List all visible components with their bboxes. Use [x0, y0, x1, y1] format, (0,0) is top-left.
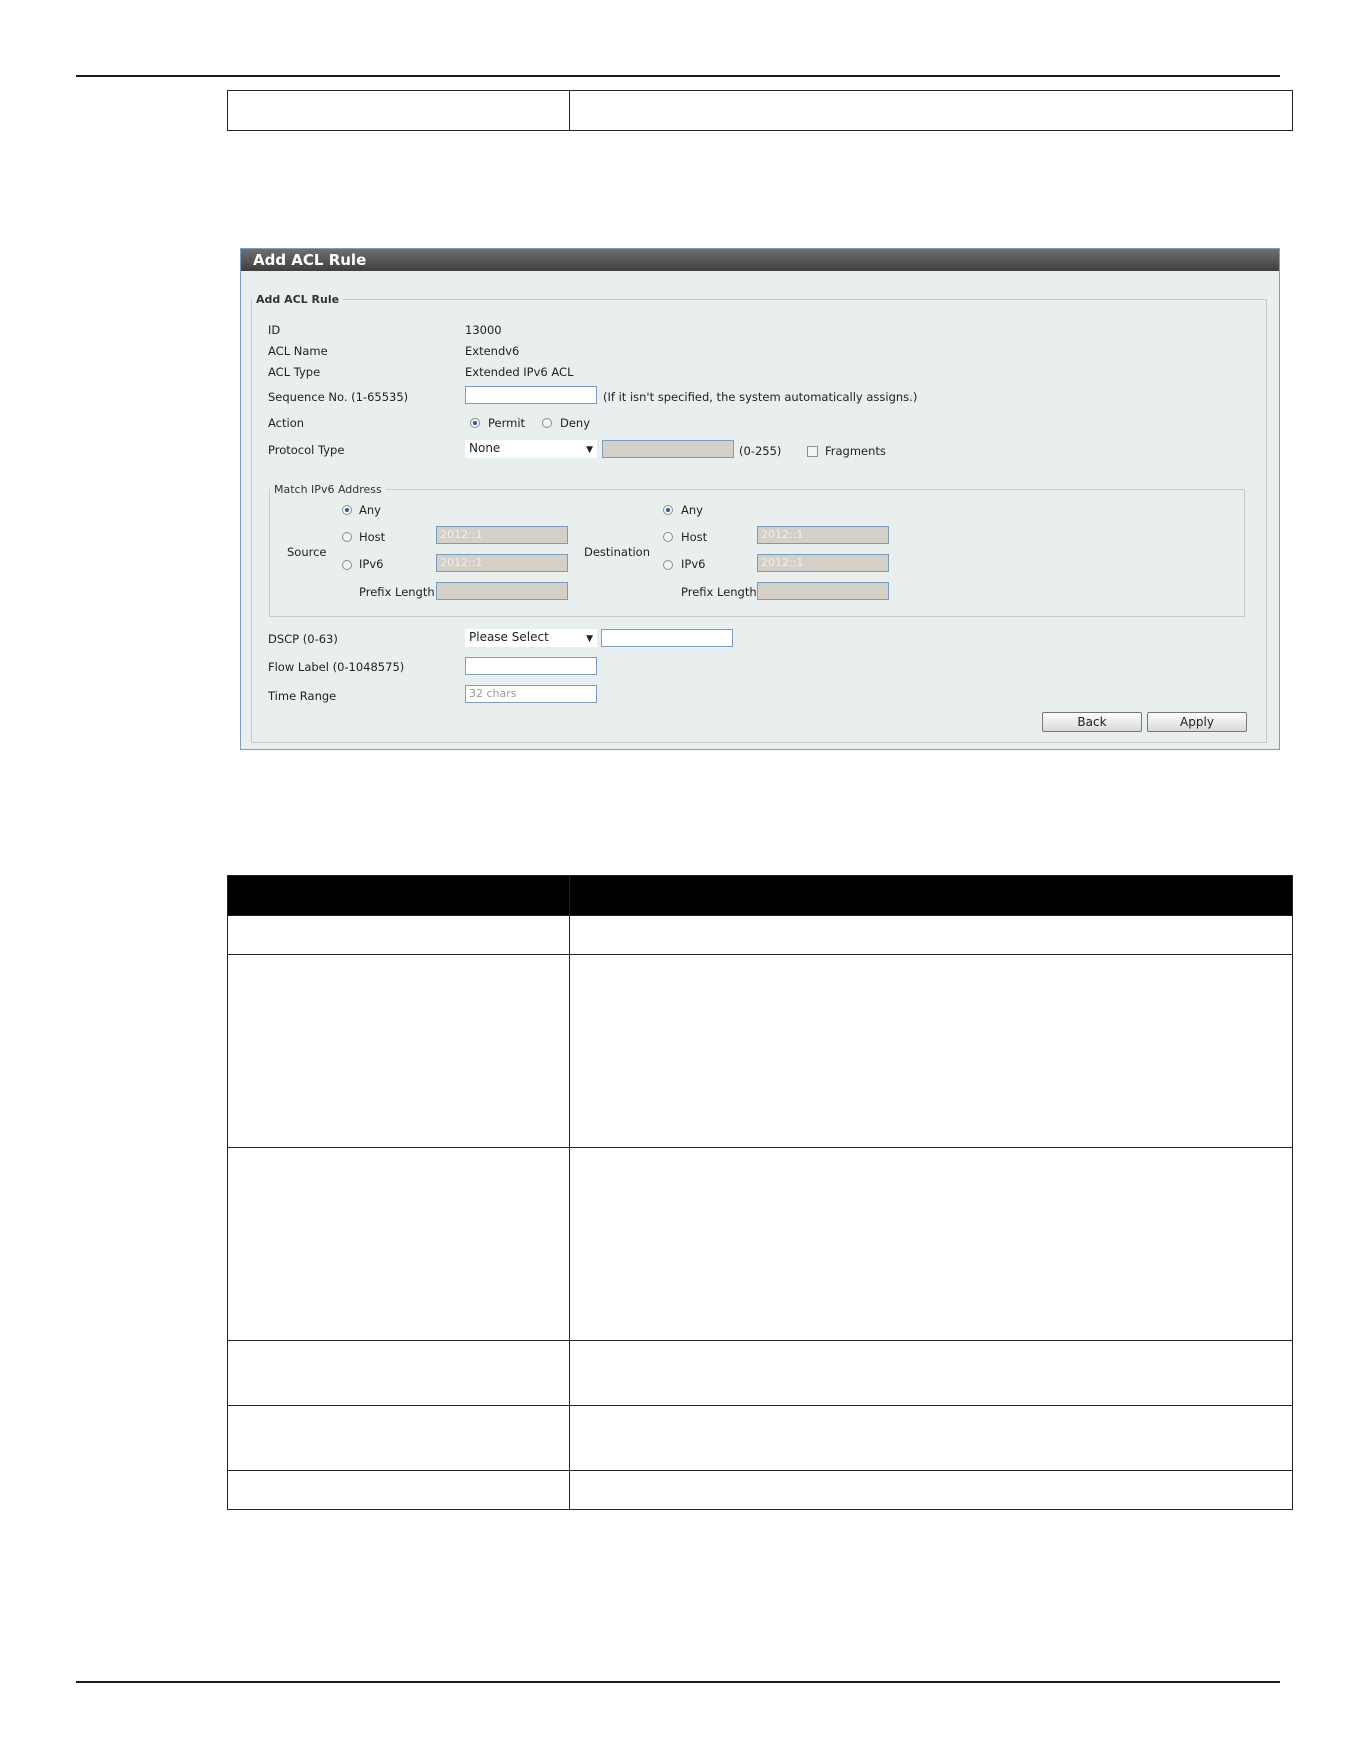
action-label: Action	[268, 416, 305, 430]
destination-ipv6-label: IPv6	[681, 557, 706, 571]
source-host-radio[interactable]	[342, 532, 352, 542]
fragments-label: Fragments	[825, 444, 886, 458]
destination-host-radio[interactable]	[663, 532, 673, 542]
destination-prefix-length-label: Prefix Length	[681, 585, 757, 599]
id-value: 13000	[465, 323, 502, 337]
dscp-input[interactable]	[601, 629, 733, 647]
table-row	[227, 915, 1293, 955]
destination-ipv6-radio[interactable]	[663, 560, 673, 570]
time-range-label: Time Range	[268, 689, 337, 703]
table-row	[227, 1147, 1293, 1341]
protocol-number-input[interactable]	[602, 440, 734, 458]
protocol-type-value: None	[469, 441, 501, 455]
source-label: Source	[287, 545, 327, 559]
dscp-value: Please Select	[469, 630, 549, 644]
add-acl-rule-window: Add ACL Rule Add ACL Rule ID 13000 ACL N…	[240, 248, 1280, 750]
table-row	[227, 1340, 1293, 1406]
table-row	[227, 1405, 1293, 1471]
footer-rule	[76, 1681, 1280, 1683]
back-button[interactable]: Back	[1042, 712, 1142, 732]
table-row	[227, 90, 1293, 131]
source-host-label: Host	[359, 530, 386, 544]
apply-button[interactable]: Apply	[1147, 712, 1247, 732]
destination-prefix-length-input[interactable]	[757, 582, 889, 600]
protocol-type-select[interactable]: None ▼	[465, 440, 597, 458]
source-ipv6-input[interactable]: 2012::1	[436, 554, 568, 572]
action-permit-radio[interactable]	[470, 418, 480, 428]
dscp-label: DSCP (0-63)	[268, 632, 338, 646]
time-range-input[interactable]: 32 chars	[465, 685, 597, 703]
fragments-checkbox[interactable]	[807, 446, 818, 457]
table-row	[227, 1470, 1293, 1510]
source-prefix-length-input[interactable]	[436, 582, 568, 600]
source-ipv6-label: IPv6	[359, 557, 384, 571]
source-host-input[interactable]: 2012::1	[436, 526, 568, 544]
window-title: Add ACL Rule	[241, 249, 1279, 271]
acl-type-label: ACL Type	[268, 365, 321, 379]
destination-host-label: Host	[681, 530, 708, 544]
flow-label-label: Flow Label (0-1048575)	[268, 660, 405, 674]
dscp-select[interactable]: Please Select ▼	[465, 629, 597, 647]
action-deny-label: Deny	[560, 416, 591, 430]
source-any-label: Any	[359, 503, 381, 517]
table-header-row	[227, 875, 1293, 916]
protocol-range-hint: (0-255)	[739, 444, 782, 458]
source-prefix-length-label: Prefix Length	[359, 585, 435, 599]
id-label: ID	[268, 323, 281, 337]
acl-name-value: Extendv6	[465, 344, 520, 358]
sequence-hint: (If it isn't specified, the system autom…	[603, 390, 918, 404]
action-permit-label: Permit	[488, 416, 526, 430]
parameter-table	[227, 875, 1293, 1510]
sequence-input[interactable]	[465, 386, 597, 404]
table-row	[227, 954, 1293, 1148]
destination-ipv6-input[interactable]: 2012::1	[757, 554, 889, 572]
source-ipv6-radio[interactable]	[342, 560, 352, 570]
destination-any-label: Any	[681, 503, 703, 517]
destination-label: Destination	[584, 545, 650, 559]
source-any-radio[interactable]	[342, 505, 352, 515]
chevron-down-icon: ▼	[586, 445, 593, 455]
acl-type-value: Extended IPv6 ACL	[465, 365, 574, 379]
fieldset-legend: Add ACL Rule	[256, 293, 340, 306]
sequence-label: Sequence No. (1-65535)	[268, 390, 409, 404]
header-rule	[76, 75, 1280, 77]
flow-label-input[interactable]	[465, 657, 597, 675]
match-ipv6-legend: Match IPv6 Address	[274, 483, 382, 496]
destination-host-input[interactable]: 2012::1	[757, 526, 889, 544]
chevron-down-icon: ▼	[586, 634, 593, 644]
acl-name-label: ACL Name	[268, 344, 328, 358]
destination-any-radio[interactable]	[663, 505, 673, 515]
top-table	[227, 90, 1293, 131]
action-deny-radio[interactable]	[542, 418, 552, 428]
protocol-type-label: Protocol Type	[268, 443, 345, 457]
